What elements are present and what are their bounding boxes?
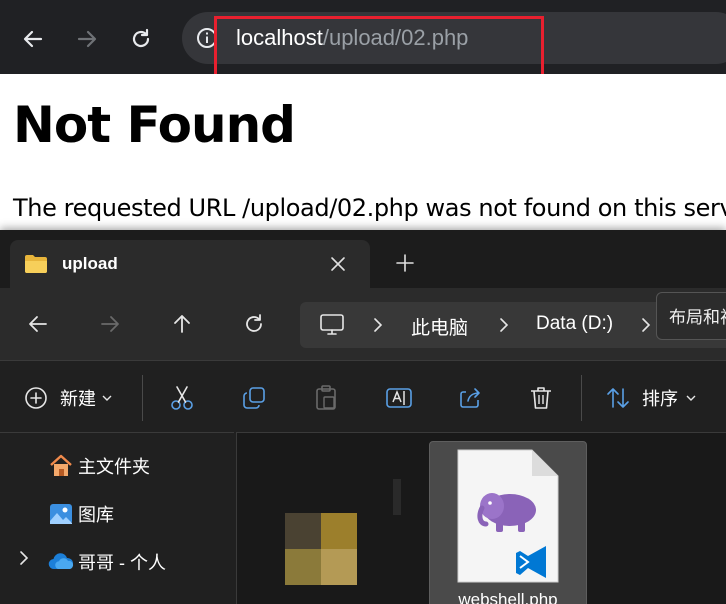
thumbnail-cell — [285, 513, 321, 549]
clipboard-icon — [316, 385, 336, 410]
nav-item-gallery[interactable]: 图库 — [48, 499, 114, 529]
thumbnail-cell — [285, 549, 321, 585]
up-arrow-icon — [174, 315, 190, 333]
tooltip: 布局和视 — [656, 292, 726, 340]
thumbnail-cell — [321, 549, 357, 585]
blurred-thumbnail[interactable] — [285, 513, 357, 585]
gallery-icon — [50, 504, 72, 524]
back-arrow-icon — [29, 316, 47, 332]
reload-icon — [132, 28, 150, 48]
tab-label: upload — [62, 254, 118, 273]
close-icon — [331, 257, 345, 271]
copy-icon — [243, 387, 265, 409]
toolbar-divider — [142, 375, 143, 421]
explorer-refresh-button[interactable] — [238, 308, 270, 340]
sort-button[interactable]: 排序 — [606, 383, 696, 413]
chevron-right-icon[interactable] — [370, 316, 386, 334]
rename-button[interactable] — [386, 383, 412, 413]
copy-button[interactable] — [242, 383, 266, 413]
nav-item-label: 主文件夹 — [78, 457, 150, 477]
browser-reload-button[interactable] — [126, 24, 156, 54]
chevron-right-icon[interactable] — [638, 316, 654, 334]
nav-item-label: 哥哥 - 个人 — [78, 553, 166, 573]
explorer-back-button[interactable] — [22, 308, 54, 340]
forward-arrow-icon — [101, 316, 119, 332]
explorer-up-button[interactable] — [166, 308, 198, 340]
tab-close-button[interactable] — [326, 252, 350, 276]
home-icon — [50, 454, 72, 476]
chevron-down-icon — [686, 395, 696, 401]
back-arrow-icon — [23, 30, 43, 48]
page-heading: Not Found — [13, 96, 296, 154]
cut-button[interactable] — [170, 383, 194, 413]
file-name: webshell.php — [458, 590, 558, 604]
explorer-address-row: 此电脑 Data (D:) — [0, 288, 726, 360]
delete-button[interactable] — [530, 383, 552, 413]
rename-icon — [386, 388, 412, 408]
nav-item-home[interactable]: 主文件夹 — [48, 451, 150, 481]
scrollbar[interactable] — [393, 479, 401, 515]
file-explorer-window: upload 此电脑 Data (D:) php5 — [0, 230, 726, 604]
page-message: The requested URL /upload/02.php was not… — [13, 194, 726, 222]
breadcrumb-data-drive[interactable]: Data (D:) — [536, 313, 613, 335]
chevron-right-icon[interactable] — [18, 550, 30, 566]
navigation-pane: 主文件夹 图库 哥哥 - 个人 — [0, 432, 234, 604]
onedrive-cloud-icon — [48, 553, 74, 570]
plus-icon — [396, 254, 414, 272]
file-content-area: webshell.php — [236, 432, 726, 604]
trash-icon — [531, 387, 551, 409]
browser-back-button[interactable] — [18, 24, 48, 54]
refresh-icon — [246, 314, 262, 332]
php-file-icon — [457, 449, 559, 583]
new-tab-button[interactable] — [390, 248, 420, 278]
file-item-webshell[interactable]: webshell.php — [429, 441, 587, 604]
new-button[interactable]: 新建 — [24, 383, 112, 413]
chevron-right-icon[interactable] — [496, 316, 512, 334]
nav-item-onedrive[interactable]: 哥哥 - 个人 — [48, 547, 166, 577]
sort-button-label: 排序 — [642, 389, 678, 409]
chevron-down-icon — [102, 395, 112, 401]
browser-forward-button[interactable] — [72, 24, 102, 54]
new-button-label: 新建 — [60, 389, 96, 409]
monitor-icon — [320, 314, 344, 335]
scissors-icon — [171, 386, 193, 410]
tab-upload[interactable]: upload — [10, 240, 370, 288]
breadcrumb-this-pc[interactable]: 此电脑 — [411, 313, 468, 340]
web-page: Not Found The requested URL /upload/02.p… — [0, 74, 726, 230]
tab-strip: upload — [0, 230, 726, 288]
toolbar-divider — [581, 375, 582, 421]
command-bar: 新建 排序 — [0, 360, 726, 432]
sort-arrows-icon — [607, 388, 629, 408]
explorer-forward-button[interactable] — [94, 308, 126, 340]
share-icon — [460, 388, 480, 408]
plus-circle-icon — [25, 387, 47, 409]
share-button[interactable] — [458, 383, 482, 413]
thumbnail-cell — [321, 513, 357, 549]
nav-item-label: 图库 — [78, 505, 114, 525]
forward-arrow-icon — [77, 30, 97, 48]
paste-button[interactable] — [314, 383, 338, 413]
folder-icon — [25, 255, 47, 273]
